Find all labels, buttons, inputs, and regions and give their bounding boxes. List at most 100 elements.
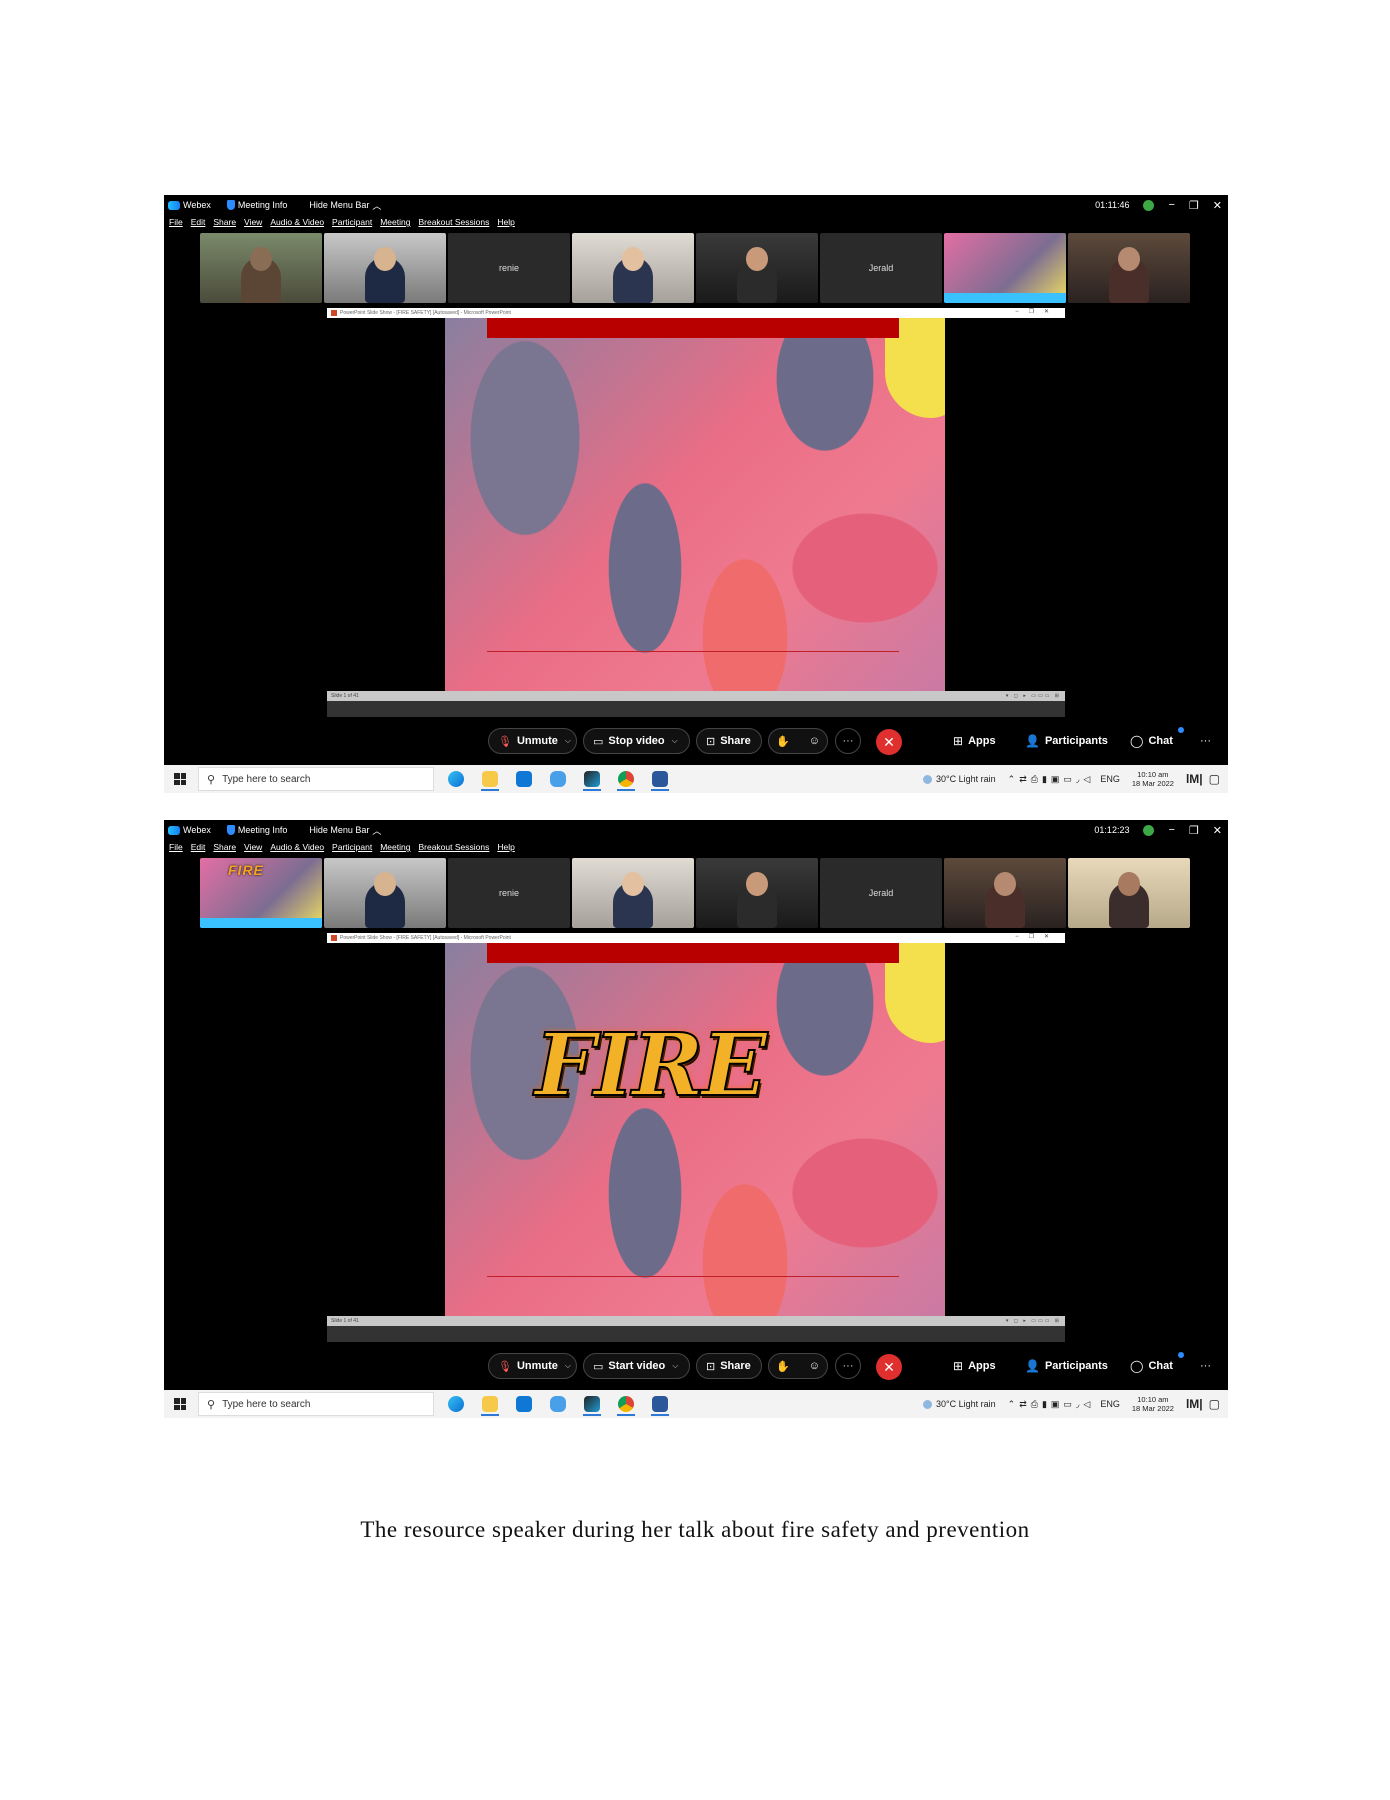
hide-menu-bar-button[interactable]: Hide Menu Bar ︿ — [309, 199, 381, 212]
edge-icon[interactable] — [444, 1393, 468, 1415]
menu-item[interactable]: Meeting — [380, 217, 410, 227]
participant-tile[interactable] — [1068, 233, 1190, 303]
menu-item[interactable]: File — [169, 217, 183, 227]
participant-tile[interactable] — [1068, 858, 1190, 928]
participant-tile[interactable]: FIRE — [200, 858, 322, 928]
share-button[interactable]: ⊡ Share — [696, 728, 762, 754]
menu-item[interactable]: Help — [497, 842, 514, 852]
restore-icon[interactable]: ❐ — [1189, 199, 1199, 212]
menu-item[interactable]: Share — [213, 842, 236, 852]
participant-tile[interactable] — [200, 233, 322, 303]
participants-button[interactable]: 👤 Participants — [1025, 728, 1108, 754]
reaction-emoji-icon[interactable]: ☺ — [809, 735, 820, 747]
close-icon[interactable]: ✕ — [1213, 199, 1222, 212]
reaction-emoji-icon[interactable]: ☺ — [809, 1360, 820, 1372]
meeting-info-button[interactable]: Meeting Info — [226, 825, 287, 835]
webex-taskbar-icon[interactable] — [580, 768, 604, 791]
menu-item[interactable]: Breakout Sessions — [418, 217, 489, 227]
menu-item[interactable]: Participant — [332, 217, 372, 227]
participant-tile[interactable] — [696, 858, 818, 928]
language-indicator[interactable]: ENG — [1100, 1399, 1120, 1409]
windows-start-icon[interactable] — [174, 773, 186, 785]
participant-tile[interactable] — [944, 858, 1066, 928]
overflow-menu-button[interactable]: ··· — [1200, 1353, 1211, 1379]
participant-tile[interactable] — [324, 233, 446, 303]
overflow-menu-button[interactable]: ··· — [1200, 728, 1211, 754]
unmute-button[interactable]: 🎙 Unmute ⌵ — [488, 728, 577, 754]
participant-tile[interactable] — [572, 858, 694, 928]
restore-icon[interactable]: ❐ — [1189, 824, 1199, 837]
participants-button[interactable]: 👤 Participants — [1025, 1353, 1108, 1379]
chevron-down-icon[interactable]: ⌵ — [672, 1361, 678, 1371]
app-tray-icon[interactable]: lM| — [1186, 772, 1203, 786]
menu-item[interactable]: View — [244, 842, 262, 852]
weather-widget[interactable]: 30°C Light rain — [923, 1399, 996, 1409]
leave-meeting-button[interactable]: ✕ — [876, 1354, 902, 1380]
more-options-button[interactable]: ··· — [835, 728, 861, 754]
chevron-down-icon[interactable]: ⌵ — [672, 736, 678, 746]
apps-button[interactable]: ⊞ Apps — [953, 728, 996, 754]
unmute-button[interactable]: 🎙 Unmute ⌵ — [488, 1353, 577, 1379]
ppt-window-controls[interactable]: −❐✕ — [1015, 308, 1059, 315]
participant-tile[interactable] — [324, 858, 446, 928]
notification-icon[interactable]: ▢ — [1209, 772, 1220, 786]
word-icon[interactable] — [648, 768, 672, 791]
word-icon[interactable] — [648, 1393, 672, 1416]
file-explorer-icon[interactable] — [478, 1393, 502, 1416]
menu-item[interactable]: Share — [213, 217, 236, 227]
participant-tile[interactable]: Jerald — [820, 858, 942, 928]
menu-item[interactable]: Audio & Video — [270, 842, 324, 852]
weather-widget[interactable]: 30°C Light rain — [923, 774, 996, 784]
participant-tile[interactable] — [944, 233, 1066, 303]
raise-hand-icon[interactable]: ✋ — [776, 735, 790, 748]
raise-hand-icon[interactable]: ✋ — [776, 1360, 790, 1373]
ppt-window-controls[interactable]: −❐✕ — [1015, 933, 1059, 940]
tray-icons[interactable]: ⌃⇄⎙▮▣▭◞◁ — [1008, 774, 1095, 785]
taskbar-clock[interactable]: 10:10 am 18 Mar 2022 — [1132, 1395, 1174, 1413]
menu-item[interactable]: Help — [497, 217, 514, 227]
taskbar-clock[interactable]: 10:10 am 18 Mar 2022 — [1132, 770, 1174, 788]
chevron-down-icon[interactable]: ⌵ — [565, 1361, 571, 1371]
close-icon[interactable]: ✕ — [1213, 824, 1222, 837]
meeting-info-button[interactable]: Meeting Info — [226, 200, 287, 210]
menu-item[interactable]: Edit — [191, 842, 206, 852]
mail-icon[interactable] — [512, 1393, 536, 1415]
edge-icon[interactable] — [444, 768, 468, 790]
file-explorer-icon[interactable] — [478, 768, 502, 791]
chevron-down-icon[interactable]: ⌵ — [565, 736, 571, 746]
share-button[interactable]: ⊡ Share — [696, 1353, 762, 1379]
menu-item[interactable]: View — [244, 217, 262, 227]
participant-tile[interactable]: renie — [448, 233, 570, 303]
menu-item[interactable]: Participant — [332, 842, 372, 852]
leave-meeting-button[interactable]: ✕ — [876, 729, 902, 755]
windows-start-icon[interactable] — [174, 1398, 186, 1410]
tray-icons[interactable]: ⌃⇄⎙▮▣▭◞◁ — [1008, 1399, 1095, 1410]
ppt-view-controls[interactable]: ▾ ◻ ▸ ▭▭▭ ⊞ — [1006, 693, 1061, 699]
ppt-view-controls[interactable]: ▾ ◻ ▸ ▭▭▭ ⊞ — [1006, 1318, 1061, 1324]
chat-button[interactable]: ◯ Chat — [1130, 728, 1173, 754]
participant-tile[interactable]: Jerald — [820, 233, 942, 303]
hide-menu-bar-button[interactable]: Hide Menu Bar ︿ — [309, 824, 381, 837]
menu-item[interactable]: Meeting — [380, 842, 410, 852]
chrome-icon[interactable] — [614, 1393, 638, 1416]
mail-icon[interactable] — [512, 768, 536, 790]
language-indicator[interactable]: ENG — [1100, 774, 1120, 784]
app-tray-icon[interactable]: lM| — [1186, 1397, 1203, 1411]
menu-item[interactable]: File — [169, 842, 183, 852]
chrome-icon[interactable] — [614, 768, 638, 791]
webex-taskbar-icon[interactable] — [580, 1393, 604, 1416]
video-button[interactable]: ▭ Stop video ⌵ — [583, 728, 690, 754]
minimize-icon[interactable]: − — [1168, 824, 1174, 836]
menu-item[interactable]: Edit — [191, 217, 206, 227]
participant-tile[interactable] — [572, 233, 694, 303]
menu-item[interactable]: Breakout Sessions — [418, 842, 489, 852]
minimize-icon[interactable]: − — [1168, 199, 1174, 211]
participant-tile[interactable] — [696, 233, 818, 303]
taskbar-search-input[interactable]: ⚲ Type here to search — [198, 767, 434, 791]
chat-app-icon[interactable] — [546, 1393, 570, 1415]
notification-icon[interactable]: ▢ — [1209, 1397, 1220, 1411]
menu-item[interactable]: Audio & Video — [270, 217, 324, 227]
video-button[interactable]: ▭ Start video ⌵ — [583, 1353, 690, 1379]
more-options-button[interactable]: ··· — [835, 1353, 861, 1379]
chat-button[interactable]: ◯ Chat — [1130, 1353, 1173, 1379]
